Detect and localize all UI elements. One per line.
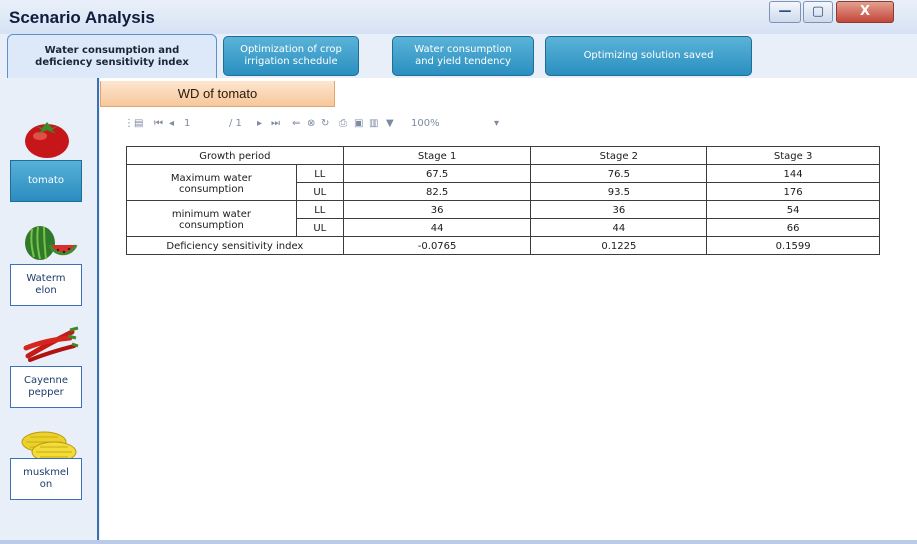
prev-page-icon[interactable]: ◂: [169, 118, 174, 129]
cell-value: 44: [530, 218, 708, 237]
crop-label-line1: Waterm: [26, 273, 66, 284]
sidebar-divider: [97, 78, 99, 540]
header-stage-3: Stage 3: [706, 146, 880, 165]
title-bar: Scenario Analysis — ▢ X: [0, 0, 917, 34]
cell-value: 44: [342, 218, 532, 237]
close-button[interactable]: X: [836, 1, 894, 23]
cell-value: 82.5: [342, 182, 532, 201]
tab-label-line1: Optimization of crop: [240, 44, 342, 55]
tab-optimizing-solution-saved[interactable]: Optimizing solution saved: [545, 36, 752, 76]
crop-sidebar: tomato Waterm elon Cayenne pepper muskme…: [0, 78, 98, 544]
minimize-icon: —: [778, 4, 792, 19]
ul-label: UL: [295, 218, 344, 237]
print-layout-icon[interactable]: ▣: [354, 118, 363, 129]
row-label-min-water: minimum water consumption: [126, 200, 297, 237]
row-label-dsi: Deficiency sensitivity index: [126, 236, 344, 255]
next-page-icon[interactable]: ▸: [257, 118, 262, 129]
current-page-field[interactable]: 1: [184, 118, 190, 129]
cell-value: 176: [706, 182, 880, 201]
ll-label: LL: [295, 164, 344, 183]
crop-button-tomato[interactable]: tomato: [10, 160, 82, 202]
tab-water-consumption-deficiency[interactable]: Water consumption and deficiency sensiti…: [7, 34, 217, 78]
cell-value: 36: [530, 200, 708, 219]
watermelon-icon: [25, 226, 78, 260]
maximize-button[interactable]: ▢: [803, 1, 833, 23]
cell-value: 0.1225: [530, 236, 708, 255]
ll-label: LL: [295, 200, 344, 219]
first-page-icon[interactable]: ⏮: [154, 118, 163, 129]
header-stage-2: Stage 2: [530, 146, 708, 165]
header-stage-1: Stage 1: [342, 146, 532, 165]
tab-water-yield-tendency[interactable]: Water consumption and yield tendency: [392, 36, 534, 76]
row-label-line1: Maximum water: [170, 172, 252, 184]
close-icon: X: [859, 4, 871, 19]
cell-value: 66: [706, 218, 880, 237]
last-page-icon[interactable]: ⏭: [271, 118, 280, 129]
cell-value: 54: [706, 200, 880, 219]
export-icon[interactable]: ▼: [386, 118, 394, 129]
minimize-button[interactable]: —: [769, 1, 801, 23]
crop-label-line2: on: [39, 479, 53, 490]
tomato-icon: [25, 122, 69, 158]
crop-button-cayenne-pepper[interactable]: Cayenne pepper: [10, 366, 82, 408]
table-row: Maximum water consumption LL 67.5 76.5 1…: [126, 164, 880, 201]
zoom-select[interactable]: 100%: [411, 118, 440, 129]
crop-label-line2: pepper: [28, 387, 64, 398]
tab-label-line2: irrigation schedule: [244, 56, 338, 67]
tab-label-line2: and yield tendency: [415, 56, 511, 67]
print-icon[interactable]: ⎙: [339, 118, 347, 129]
crop-label-line1: Cayenne: [23, 375, 68, 386]
cell-value: 36: [342, 200, 532, 219]
pepper-icon: [23, 326, 79, 362]
refresh-icon[interactable]: ↻: [321, 118, 329, 129]
row-label-line2: consumption: [179, 183, 244, 195]
tab-optimization-irrigation[interactable]: Optimization of crop irrigation schedule: [223, 36, 359, 76]
cell-value: 144: [706, 164, 880, 183]
toolbar-grip-icon: ⋮: [124, 118, 134, 129]
cell-value: 93.5: [530, 182, 708, 201]
row-label-max-water: Maximum water consumption: [126, 164, 297, 201]
top-tabs: Water consumption and deficiency sensiti…: [0, 34, 917, 78]
page-total: / 1: [229, 118, 242, 129]
back-icon[interactable]: ⇐: [292, 118, 300, 129]
wd-table: Growth period Stage 1 Stage 2 Stage 3 Ma…: [126, 146, 880, 255]
cell-value: -0.0765: [342, 236, 532, 255]
crop-label-line1: muskmel: [23, 467, 69, 478]
crop-button-watermelon[interactable]: Waterm elon: [10, 264, 82, 306]
toggle-sidebar-icon[interactable]: ▤: [134, 118, 143, 129]
table-row: Deficiency sensitivity index -0.0765 0.1…: [126, 236, 880, 255]
crop-label-line2: elon: [35, 285, 57, 296]
panel-title-tab: WD of tomato: [100, 81, 335, 107]
report-panel: WD of tomato ⋮ ▤ ⏮ ◂ 1 / 1 ▸ ⏭ ⇐ ⊗ ↻ ⎙ ▣…: [100, 78, 917, 540]
cell-value: 76.5: [530, 164, 708, 183]
window-title: Scenario Analysis: [9, 8, 155, 27]
status-strip: [0, 540, 917, 544]
table-row: minimum water consumption LL 36 36 54: [126, 200, 880, 237]
tab-label-line1: Water consumption: [414, 44, 512, 55]
page-setup-icon[interactable]: ▥: [369, 118, 378, 129]
stop-icon[interactable]: ⊗: [307, 118, 315, 129]
crop-button-muskmelon[interactable]: muskmel on: [10, 458, 82, 500]
row-label-line2: consumption: [179, 219, 244, 231]
cell-value: 67.5: [342, 164, 532, 183]
ul-label: UL: [295, 182, 344, 201]
crop-label: tomato: [28, 175, 64, 186]
maximize-icon: ▢: [811, 4, 825, 19]
tab-label-line2: deficiency sensitivity index: [35, 56, 189, 68]
cell-value: 0.1599: [706, 236, 880, 255]
row-label-line1: minimum water: [171, 208, 251, 220]
header-growth-period: Growth period: [126, 146, 344, 165]
tab-label-line1: Optimizing solution saved: [583, 50, 714, 61]
tab-label-line1: Water consumption and: [44, 44, 180, 56]
table-header-row: Growth period Stage 1 Stage 2 Stage 3: [126, 146, 880, 165]
zoom-dropdown-icon[interactable]: ▾: [494, 118, 499, 129]
